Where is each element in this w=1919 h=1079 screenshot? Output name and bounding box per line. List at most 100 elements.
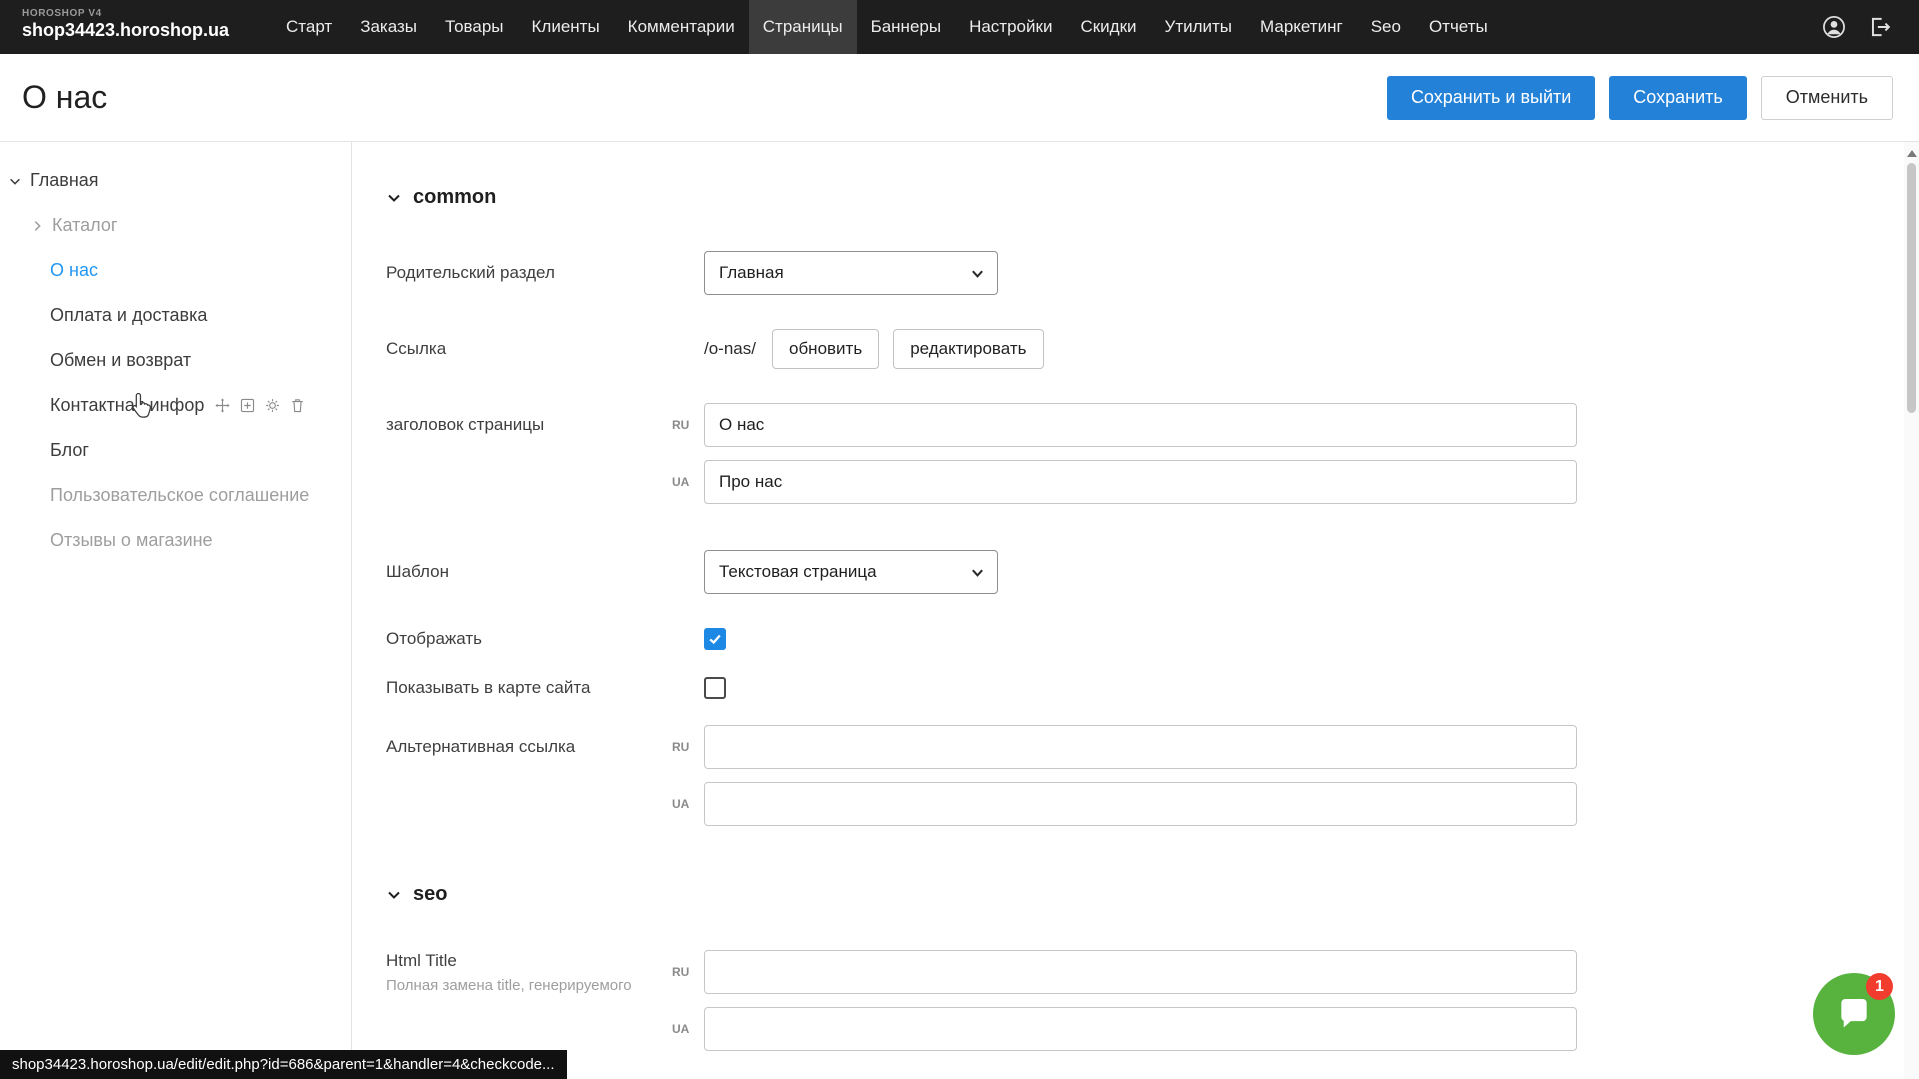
page-title-ru-input[interactable]	[704, 403, 1577, 447]
section-common-title: common	[413, 186, 496, 209]
sidebar-item-label: Оплата и доставка	[50, 305, 207, 326]
section-common-header[interactable]: common	[386, 186, 1919, 209]
chat-bubble-icon	[1835, 995, 1873, 1033]
display-checkbox[interactable]	[704, 628, 726, 650]
delete-icon[interactable]	[289, 397, 306, 414]
nav-item-pages[interactable]: Страницы	[749, 0, 857, 54]
field-page-title-ua: UA	[386, 460, 1919, 504]
lang-ua-badge: UA	[672, 797, 704, 811]
nav-item-products[interactable]: Товары	[431, 0, 517, 54]
field-html-title-ua: UA	[386, 1007, 1919, 1051]
scrollbar-up-arrow-icon[interactable]	[1907, 150, 1917, 157]
nav-item-utilities[interactable]: Утилиты	[1151, 0, 1247, 54]
sidebar-item-o-nas[interactable]: О нас	[0, 248, 351, 293]
field-page-title-ru: заголовок страницы RU	[386, 403, 1919, 447]
html-title-hint: Полная замена title, генерируемого	[386, 977, 672, 994]
link-path: /o-nas/	[704, 339, 756, 359]
html-title-ua-input[interactable]	[704, 1007, 1577, 1051]
lang-ru-badge: RU	[672, 418, 704, 432]
template-label: Шаблон	[386, 562, 704, 582]
logout-icon[interactable]	[1867, 14, 1893, 40]
field-template: Шаблон Текстовая страница	[386, 550, 1919, 594]
alt-link-ua-input[interactable]	[704, 782, 1577, 826]
account-icon[interactable]	[1821, 14, 1847, 40]
template-select[interactable]: Текстовая страница	[704, 550, 998, 594]
html-title-label-block: Html Title Полная замена title, генериру…	[386, 951, 672, 994]
header-actions: Сохранить и выйти Сохранить Отменить	[1387, 76, 1893, 120]
nav-item-marketing[interactable]: Маркетинг	[1246, 0, 1357, 54]
sidebar-item-oplata-i-dostavka[interactable]: Оплата и доставка	[0, 293, 351, 338]
sidebar-item-katalog[interactable]: Каталог	[0, 203, 351, 248]
sidebar-item-label: Главная	[30, 170, 99, 191]
vertical-scrollbar[interactable]	[1904, 142, 1919, 1079]
sitemap-label: Показывать в карте сайта	[386, 678, 704, 698]
top-menu: Старт Заказы Товары Клиенты Комментарии …	[272, 0, 1502, 54]
save-button[interactable]: Сохранить	[1609, 76, 1746, 120]
add-icon[interactable]	[239, 397, 256, 414]
settings-icon[interactable]	[264, 397, 281, 414]
chat-unread-badge: 1	[1866, 973, 1893, 1000]
sidebar-item-label: Каталог	[52, 215, 117, 236]
section-seo-header[interactable]: seo	[386, 883, 1919, 906]
topbar-icons	[1821, 0, 1919, 54]
brand-domain-label: shop34423.horoshop.ua	[22, 20, 252, 41]
nav-item-discounts[interactable]: Скидки	[1066, 0, 1150, 54]
html-title-ru-input[interactable]	[704, 950, 1577, 994]
pages-tree-sidebar: Главная Каталог О нас Оплата и доставка …	[0, 142, 352, 1079]
check-icon	[708, 632, 722, 646]
alt-link-ru-input[interactable]	[704, 725, 1577, 769]
field-sitemap: Показывать в карте сайта	[386, 677, 1919, 699]
brand-version-label: HOROSHOP V4	[22, 8, 252, 19]
sidebar-item-polzovatelskoe-soglashenie[interactable]: Пользовательское соглашение	[0, 473, 351, 518]
chevron-right-icon[interactable]	[30, 219, 44, 233]
alt-link-label: Альтернативная ссылка	[386, 737, 672, 757]
nav-item-seo[interactable]: Seo	[1357, 0, 1415, 54]
sidebar-item-otzyvy-o-magazine[interactable]: Отзывы о магазине	[0, 518, 351, 563]
tree-row-actions	[214, 397, 306, 414]
sidebar-item-label: Обмен и возврат	[50, 350, 191, 371]
nav-item-settings[interactable]: Настройки	[955, 0, 1066, 54]
link-refresh-button[interactable]: обновить	[772, 329, 879, 369]
page-edit-form: common Родительский раздел Главная Ссылк…	[352, 142, 1919, 1079]
template-value: Текстовая страница	[719, 562, 877, 582]
sidebar-item-kontaktnaya-infor[interactable]: Контактная инфор	[0, 383, 351, 428]
nav-item-start[interactable]: Старт	[272, 0, 346, 54]
cancel-button[interactable]: Отменить	[1761, 76, 1893, 120]
chevron-down-icon[interactable]	[8, 174, 22, 188]
main-layout: Главная Каталог О нас Оплата и доставка …	[0, 141, 1919, 1079]
sidebar-item-blog[interactable]: Блог	[0, 428, 351, 473]
sidebar-item-label: Отзывы о магазине	[50, 530, 213, 551]
chat-widget-button[interactable]: 1	[1813, 973, 1895, 1055]
sidebar-item-obmen-i-vozvrat[interactable]: Обмен и возврат	[0, 338, 351, 383]
lang-ua-badge: UA	[672, 1022, 704, 1036]
field-link: Ссылка /o-nas/ обновить редактировать	[386, 329, 1919, 369]
move-icon[interactable]	[214, 397, 231, 414]
field-alt-link-ua: UA	[386, 782, 1919, 826]
nav-item-orders[interactable]: Заказы	[346, 0, 431, 54]
chevron-down-icon	[386, 887, 402, 903]
field-parent-section: Родительский раздел Главная	[386, 251, 1919, 295]
chevron-down-icon	[970, 266, 985, 281]
save-and-exit-button[interactable]: Сохранить и выйти	[1387, 76, 1595, 120]
sitemap-checkbox[interactable]	[704, 677, 726, 699]
top-navigation-bar: HOROSHOP V4 shop34423.horoshop.ua Старт …	[0, 0, 1919, 54]
chevron-down-icon	[970, 565, 985, 580]
parent-section-value: Главная	[719, 263, 784, 283]
field-alt-link-ru: Альтернативная ссылка RU	[386, 725, 1919, 769]
page-header: О нас Сохранить и выйти Сохранить Отмени…	[0, 54, 1919, 141]
parent-section-select[interactable]: Главная	[704, 251, 998, 295]
scrollbar-thumb[interactable]	[1907, 163, 1916, 413]
sidebar-item-glavnaya[interactable]: Главная	[0, 158, 351, 203]
chevron-down-icon	[386, 190, 402, 206]
sidebar-item-label: Блог	[50, 440, 89, 461]
nav-item-clients[interactable]: Клиенты	[518, 0, 614, 54]
page-title-ua-input[interactable]	[704, 460, 1577, 504]
nav-item-comments[interactable]: Комментарии	[614, 0, 749, 54]
status-bar-url: shop34423.horoshop.ua/edit/edit.php?id=6…	[0, 1050, 567, 1079]
nav-item-banners[interactable]: Баннеры	[857, 0, 956, 54]
lang-ru-badge: RU	[672, 965, 704, 979]
sidebar-item-label: Контактная инфор	[50, 395, 204, 416]
link-edit-button[interactable]: редактировать	[893, 329, 1043, 369]
brand-logo[interactable]: HOROSHOP V4 shop34423.horoshop.ua	[0, 0, 272, 54]
nav-item-reports[interactable]: Отчеты	[1415, 0, 1502, 54]
